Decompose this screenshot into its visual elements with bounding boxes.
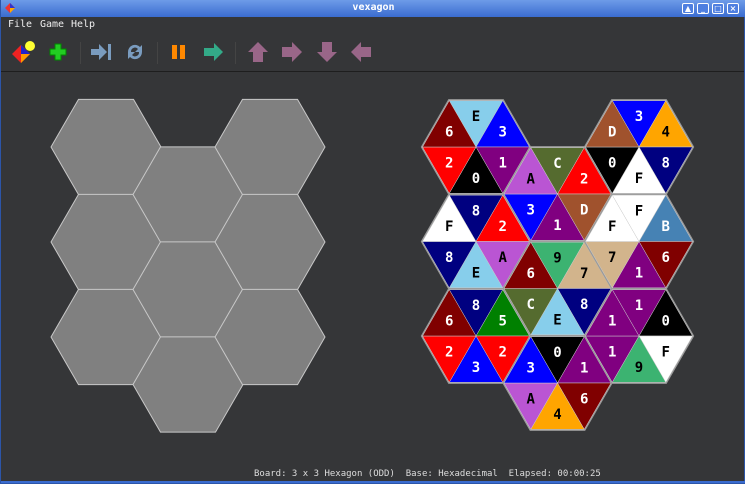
maximize-button[interactable]: □ xyxy=(712,3,724,14)
triangle-label: 6 xyxy=(527,266,535,282)
title-bar: vexagon ▲ _ □ × xyxy=(1,0,745,17)
arrow-up-icon xyxy=(248,42,268,62)
triangle-label: 6 xyxy=(580,391,588,407)
triangle-label: 8 xyxy=(472,298,480,314)
triangle-label: F xyxy=(635,171,643,187)
plus-icon xyxy=(49,43,67,61)
triangle-label: 6 xyxy=(445,125,453,141)
window-title: vexagon xyxy=(352,2,395,13)
menu-help[interactable]: Help xyxy=(71,19,95,30)
status-text: Board: 3 x 3 Hexagon (ODD) Base: Hexadec… xyxy=(254,469,601,479)
pause-button[interactable] xyxy=(166,39,192,65)
toolbar-separator xyxy=(235,42,236,64)
triangle-label: E xyxy=(553,312,561,328)
menu-file[interactable]: File xyxy=(8,19,32,30)
triangle-label: F xyxy=(662,344,670,360)
triangle-label: 9 xyxy=(553,251,561,267)
triangle-label: 6 xyxy=(662,250,670,266)
triangle-label: 2 xyxy=(499,344,507,360)
triangle-label: 7 xyxy=(580,266,588,282)
triangle-label: 8 xyxy=(445,250,453,266)
triangle-label: 2 xyxy=(445,344,453,360)
triangle-label: F xyxy=(635,204,643,220)
triangle-label: 8 xyxy=(662,155,670,171)
menu-bar: File Game Help xyxy=(1,17,744,33)
toolbar-separator xyxy=(157,42,158,64)
pause-icon xyxy=(172,45,185,59)
new-game-icon xyxy=(12,41,35,63)
triangle-label: 1 xyxy=(635,265,643,281)
menu-game[interactable]: Game xyxy=(40,19,64,30)
triangle-label: 3 xyxy=(472,360,480,376)
triangle-label: 0 xyxy=(662,314,670,330)
window-bottom-border xyxy=(1,481,745,483)
triangle-label: 6 xyxy=(445,314,453,330)
triangle-label: 3 xyxy=(527,361,535,377)
triangle-label: E xyxy=(472,109,480,125)
piece-tray: E 3 1 0 2 6 C 2 D 1 3 A 3 4 8 F 0 D 8 2 A E 8 F 9 7 8 E C 6 F B 6 1 7 F 8 5 2 3… xyxy=(420,99,695,431)
help-window-button[interactable]: ▲ xyxy=(682,3,694,14)
arrow-down-icon xyxy=(317,42,337,62)
triangle-label: D xyxy=(580,202,588,218)
triangle-label: 0 xyxy=(472,171,480,187)
triangle-label: 2 xyxy=(445,155,453,171)
triangle-label: C xyxy=(527,297,535,313)
triangle-label: 8 xyxy=(472,204,480,220)
triangle-label: 1 xyxy=(553,218,561,234)
minimize-button[interactable]: _ xyxy=(697,3,709,14)
triangle-label: 8 xyxy=(580,297,588,313)
triangle-label: 7 xyxy=(608,250,616,266)
triangle-label: 3 xyxy=(527,202,535,218)
triangle-label: 5 xyxy=(499,314,507,330)
close-button[interactable]: × xyxy=(727,3,739,14)
skip-to-end-button[interactable] xyxy=(88,39,114,65)
triangle-label: 3 xyxy=(635,109,643,125)
triangle-label: 0 xyxy=(553,345,561,361)
triangle-label: 9 xyxy=(635,360,643,376)
arrow-right-icon xyxy=(282,42,302,62)
arrow-right-green-icon xyxy=(204,43,223,61)
move-left-button[interactable] xyxy=(348,39,374,65)
triangle-label: F xyxy=(608,219,616,235)
triangle-label: D xyxy=(608,125,616,141)
target-grid xyxy=(50,98,326,433)
triangle-label: 1 xyxy=(608,314,616,330)
play-button[interactable] xyxy=(200,39,226,65)
triangle-label: E xyxy=(472,265,480,281)
app-window: vexagon ▲ _ □ × File Game Help E 3 1 0 2 6 C 2 D… xyxy=(0,0,745,484)
triangle-label: 4 xyxy=(553,407,561,423)
triangle-label: F xyxy=(445,219,453,235)
triangle-label: 1 xyxy=(499,155,507,171)
triangle-label: 4 xyxy=(662,125,670,141)
triangle-label: 2 xyxy=(580,172,588,188)
triangle-label: 1 xyxy=(608,344,616,360)
restart-button[interactable] xyxy=(122,39,148,65)
refresh-icon xyxy=(127,44,143,60)
triangle-label: C xyxy=(553,156,561,172)
triangle-label: A xyxy=(527,172,536,188)
move-down-button[interactable] xyxy=(314,39,340,65)
triangle-label: B xyxy=(662,219,670,235)
status-bar: Board: 3 x 3 Hexagon (ODD) Base: Hexadec… xyxy=(1,466,744,482)
game-board: E 3 1 0 2 6 C 2 D 1 3 A 3 4 8 F 0 D 8 2 A E 8 F 9 7 8 E C 6 F B 6 1 7 F 8 5 2 3… xyxy=(50,98,695,433)
move-right-button[interactable] xyxy=(279,39,305,65)
move-up-button[interactable] xyxy=(245,39,271,65)
triangle-label: 3 xyxy=(499,125,507,141)
triangle-label: A xyxy=(499,250,508,266)
triangle-label: A xyxy=(527,391,536,407)
toolbar-separator xyxy=(80,42,81,64)
new-game-button[interactable] xyxy=(10,39,36,65)
arrow-left-icon xyxy=(351,42,371,62)
triangle-label: 1 xyxy=(635,298,643,314)
skip-end-icon xyxy=(91,44,111,60)
add-button[interactable] xyxy=(45,39,71,65)
toolbar xyxy=(1,33,744,72)
triangle-label: 1 xyxy=(580,361,588,377)
triangle-label: 2 xyxy=(499,219,507,235)
triangle-label: 0 xyxy=(608,155,616,171)
